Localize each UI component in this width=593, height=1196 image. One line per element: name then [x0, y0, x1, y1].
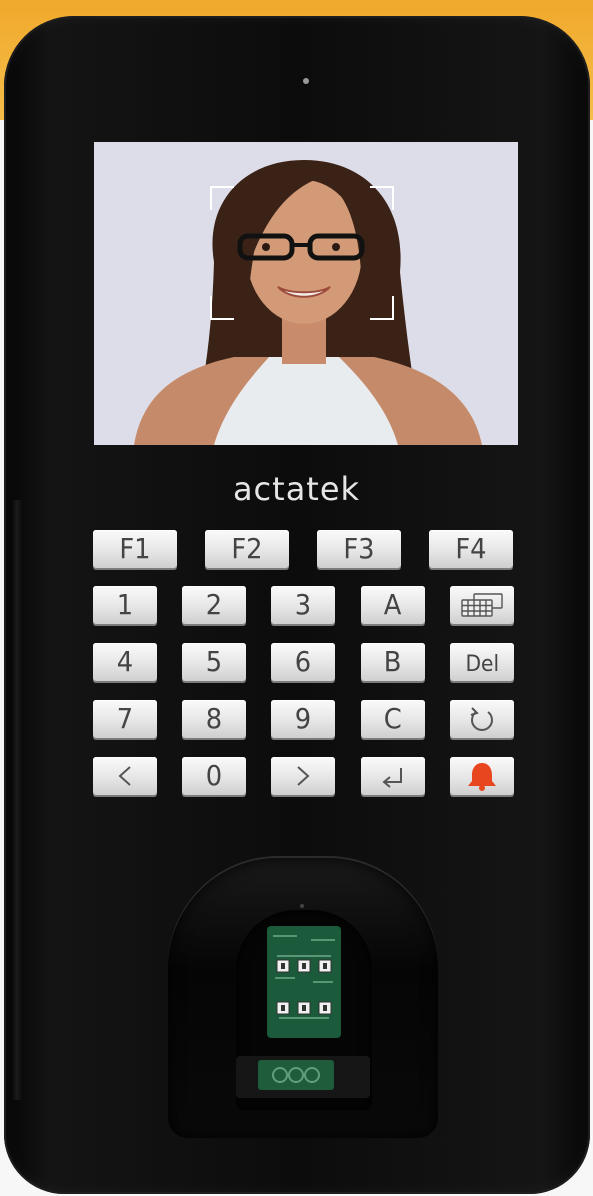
alarm-key[interactable] — [450, 757, 514, 795]
reader-connector-icon — [258, 1060, 334, 1090]
f2-key[interactable]: F2 — [205, 530, 289, 568]
bell-icon — [468, 763, 496, 791]
face-detection-frame — [210, 186, 394, 320]
enter-icon — [382, 768, 402, 788]
key-9[interactable]: 9 — [271, 700, 335, 738]
key-5[interactable]: 5 — [182, 643, 246, 681]
key-c[interactable]: C — [361, 700, 425, 738]
reader-indicator-icon — [300, 904, 304, 908]
keyboard-icon — [461, 593, 503, 617]
chevron-left-icon — [118, 766, 131, 786]
key-8[interactable]: 8 — [182, 700, 246, 738]
enter-key[interactable] — [361, 757, 425, 795]
left-arrow-key[interactable] — [93, 757, 157, 795]
key-4[interactable]: 4 — [93, 643, 157, 681]
key-1[interactable]: 1 — [93, 586, 157, 624]
key-b[interactable]: B — [361, 643, 425, 681]
key-7[interactable]: 7 — [93, 700, 157, 738]
right-arrow-key[interactable] — [271, 757, 335, 795]
chevron-right-icon — [297, 766, 310, 786]
key-6[interactable]: 6 — [271, 643, 335, 681]
key-a[interactable]: A — [361, 586, 425, 624]
device-edge-highlight — [12, 500, 22, 1100]
camera-sensor-icon — [303, 78, 309, 84]
brand-logo: actatek — [232, 470, 361, 508]
display-screen — [94, 142, 518, 445]
keyboard-key[interactable] — [450, 586, 514, 624]
key-2[interactable]: 2 — [182, 586, 246, 624]
refresh-key[interactable] — [450, 700, 514, 738]
f1-key[interactable]: F1 — [93, 530, 177, 568]
delete-key[interactable]: Del — [450, 643, 514, 681]
fingerprint-sensor-icon — [267, 926, 341, 1038]
key-3[interactable]: 3 — [271, 586, 335, 624]
refresh-icon — [470, 707, 493, 731]
f3-key[interactable]: F3 — [317, 530, 401, 568]
f4-key[interactable]: F4 — [429, 530, 513, 568]
key-0[interactable]: 0 — [182, 757, 246, 795]
